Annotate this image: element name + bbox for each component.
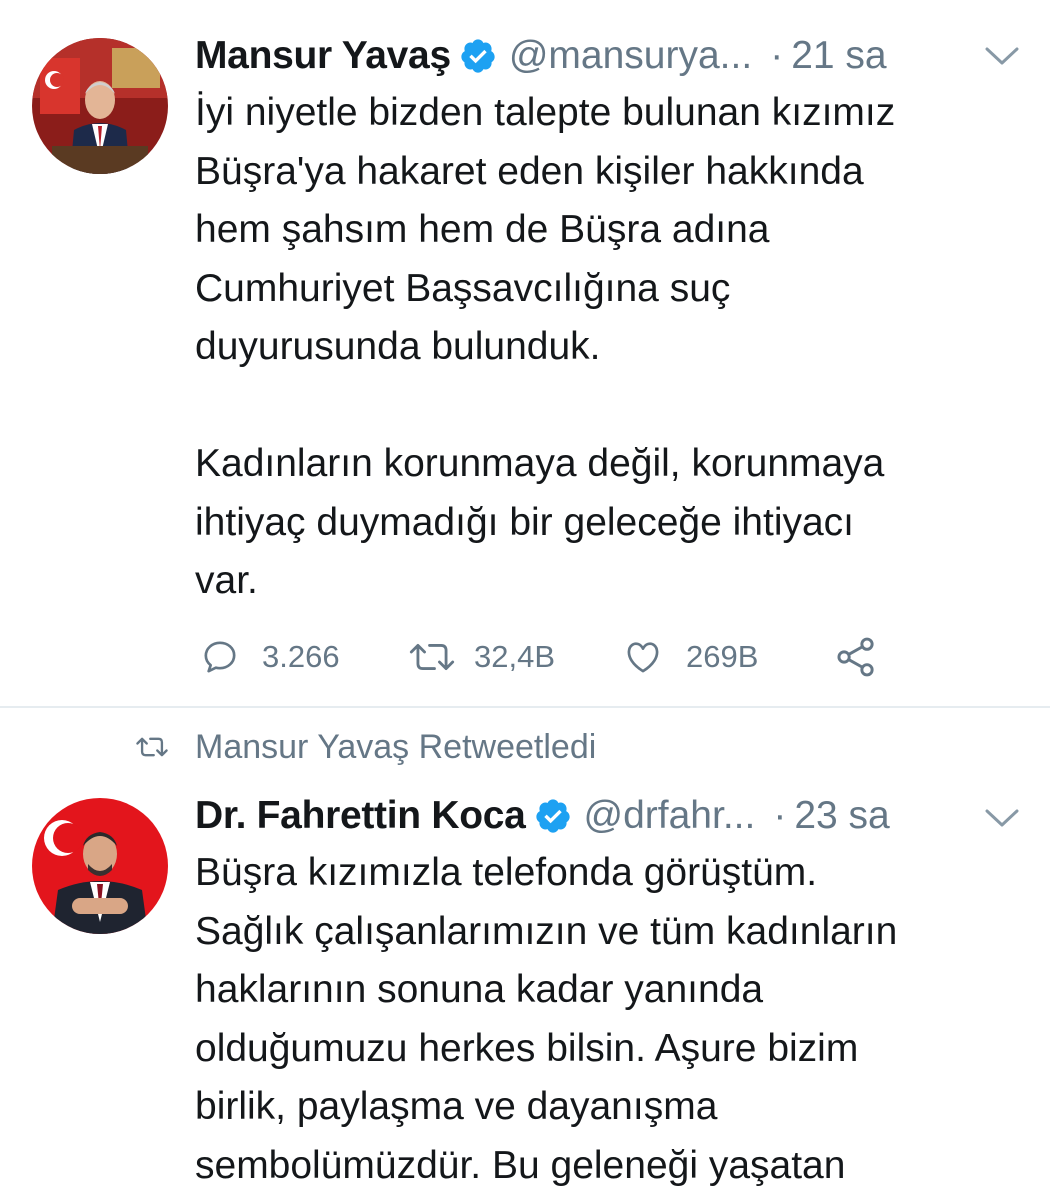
tweet-line: hem şahsım hem de Büşra adına [195, 208, 770, 251]
heart-icon [627, 642, 659, 673]
tweet-line: İyi niyetle bizden talepte bulunan kızım… [195, 91, 896, 134]
tweet-timestamp[interactable]: 23 sa [794, 794, 889, 838]
tweet-header: Mansur Yavaş @mansurya... · 21 sa [195, 26, 887, 86]
separator-dot: · [773, 794, 787, 837]
reply-button[interactable]: 3.266 [200, 632, 340, 682]
retweet-button[interactable]: 32,4B [408, 632, 555, 682]
tweet-line: birlik, paylaşma ve dayanışma [195, 1085, 718, 1128]
retweet-count: 32,4B [474, 639, 556, 674]
author-handle[interactable]: @mansurya... [509, 34, 752, 78]
retweet-context-label: Mansur Yavaş Retweetledi [195, 727, 597, 766]
tweet-line: Büşra kızımızla telefonda görüştüm. [195, 851, 818, 894]
tweet-line: Kadınların korunmaya değil, korunmaya [195, 442, 885, 485]
tweet-header: Dr. Fahrettin Koca @drfahr... · 23 sa [195, 786, 890, 846]
tweet-text: Büşra kızımızla telefonda görüştüm. Sağl… [195, 844, 1025, 1195]
tweet-line: sembolümüzdür. Bu geleneği yaşatan [195, 1143, 846, 1187]
tweet-text: İyi niyetle bizden talepte bulunan kızım… [195, 84, 1025, 611]
tweet-line: Cumhuriyet Başsavcılığına suç [195, 266, 731, 310]
avatar[interactable] [32, 798, 168, 934]
author-name[interactable]: Dr. Fahrettin Koca [195, 794, 526, 838]
author-name[interactable]: Mansur Yavaş [195, 34, 451, 78]
tweet-actions: 3.266 32,4B 269B [200, 632, 920, 682]
tweet-fahrettin-koca[interactable]: Dr. Fahrettin Koca @drfahr... · 23 sa Bü… [0, 780, 1050, 1200]
share-button[interactable] [834, 632, 878, 682]
verified-badge-icon [459, 37, 497, 75]
tweet-line: olduğumuzu herkes bilsin. Aşure bizim [195, 1026, 859, 1070]
reply-icon [204, 641, 236, 673]
retweet-context[interactable]: Mansur Yavaş Retweetledi [135, 722, 596, 772]
tweet-mansur-yavas[interactable]: Mansur Yavaş @mansurya... · 21 sa İyi ni… [0, 0, 1050, 706]
tweet-line: ihtiyaç duymadığı bir geleceğe ihtiyacı [195, 500, 855, 544]
reply-count: 3.266 [262, 639, 340, 674]
retweet-icon [409, 644, 455, 670]
author-handle[interactable]: @drfahr... [584, 794, 756, 838]
verified-badge-icon [534, 797, 572, 835]
share-icon [837, 637, 874, 677]
like-count: 269B [686, 639, 759, 674]
tweet-line: duyurusunda bulunduk. [195, 325, 601, 368]
tweet-timestamp[interactable]: 21 sa [791, 34, 886, 78]
tweet-line: Sağlık çalışanlarımızın ve tüm kadınları… [195, 909, 898, 953]
avatar-image [32, 38, 168, 174]
tweet-divider [0, 706, 1050, 708]
tweet-line: var. [195, 559, 258, 602]
avatar-image [32, 798, 168, 934]
chevron-down-icon[interactable] [985, 46, 1019, 66]
avatar[interactable] [32, 38, 168, 174]
tweet-line: haklarının sonuna kadar yanında [195, 968, 764, 1011]
retweet-icon [136, 737, 168, 757]
chevron-down-icon[interactable] [985, 808, 1019, 828]
separator-dot: · [770, 34, 784, 77]
like-button[interactable]: 269B [622, 632, 758, 682]
tweet-line: Büşra'ya hakaret eden kişiler hakkında [195, 149, 864, 193]
